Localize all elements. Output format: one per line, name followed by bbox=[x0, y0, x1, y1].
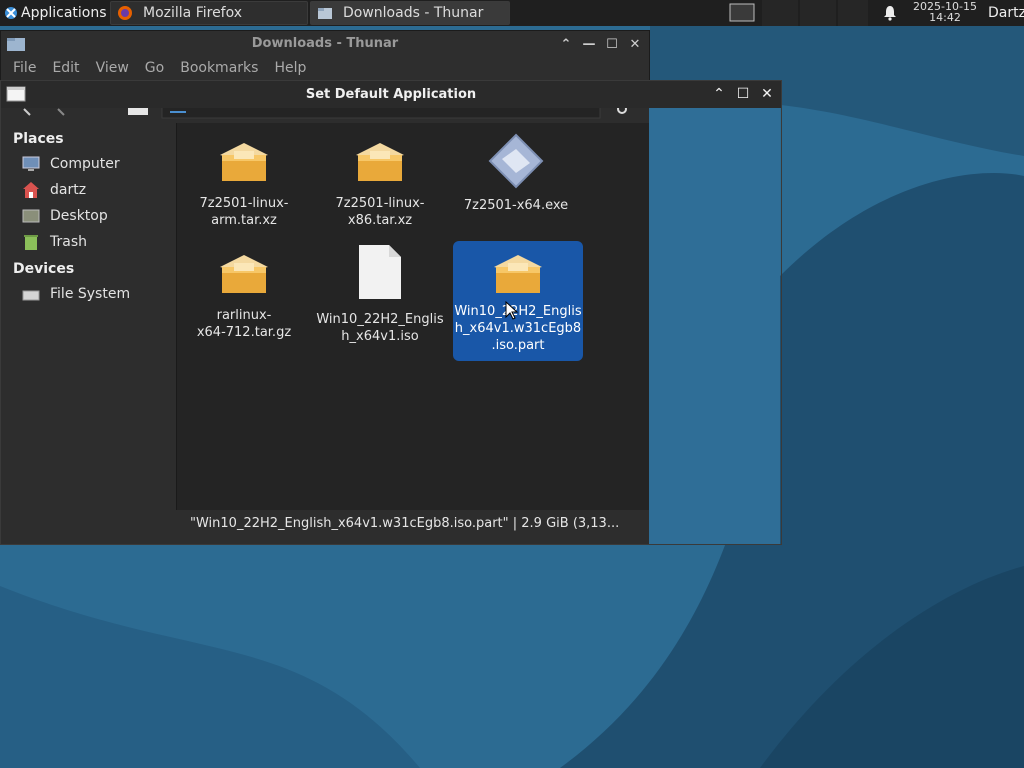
workspace-3[interactable] bbox=[800, 0, 836, 26]
set-default-application-dialog: Set Default Application ⌃ ☐ ✕ bbox=[0, 80, 782, 545]
dialog-titlebar[interactable]: Set Default Application ⌃ ☐ ✕ bbox=[1, 81, 781, 108]
applications-menu[interactable]: Applications ☰ bbox=[0, 0, 125, 26]
workspace-2[interactable] bbox=[762, 0, 798, 26]
thunar-minimize-button[interactable]: — bbox=[581, 36, 597, 52]
thunar-title: Downloads - Thunar bbox=[251, 36, 399, 51]
thunar-maximize-button[interactable]: ☐ bbox=[604, 36, 620, 52]
clock[interactable]: 2025-10-15 14:42 bbox=[905, 1, 985, 23]
task-label: Downloads - Thunar bbox=[343, 5, 484, 21]
task-firefox[interactable]: Mozilla Firefox bbox=[110, 1, 308, 25]
menu-view[interactable]: View bbox=[96, 60, 129, 76]
file-manager-icon bbox=[318, 8, 332, 19]
menu-bookmarks[interactable]: Bookmarks bbox=[180, 60, 258, 76]
workspace-4[interactable] bbox=[838, 0, 868, 26]
user-menu[interactable]: Dartz bbox=[988, 5, 1024, 21]
task-label: Mozilla Firefox bbox=[143, 5, 243, 21]
applications-label: Applications bbox=[21, 5, 107, 21]
workspace-1[interactable] bbox=[725, 0, 760, 26]
dialog-title: Set Default Application bbox=[305, 87, 477, 102]
clock-time: 14:42 bbox=[929, 11, 961, 24]
workspace-window-icon bbox=[729, 3, 755, 22]
menu-go[interactable]: Go bbox=[145, 60, 164, 76]
thunar-titlebar[interactable]: Downloads - Thunar ⌃ — ☐ ✕ bbox=[1, 31, 649, 56]
dialog-close-button[interactable]: ✕ bbox=[759, 86, 775, 102]
menu-edit[interactable]: Edit bbox=[52, 60, 79, 76]
thunar-menubar: File Edit View Go Bookmarks Help bbox=[1, 56, 649, 80]
menu-file[interactable]: File bbox=[13, 60, 36, 76]
xfce-logo-icon bbox=[5, 7, 17, 19]
task-thunar[interactable]: Downloads - Thunar bbox=[310, 1, 510, 25]
menu-help[interactable]: Help bbox=[274, 60, 306, 76]
mouse-cursor-icon bbox=[505, 301, 519, 320]
dialog-body bbox=[649, 108, 780, 544]
dialog-shade-button[interactable]: ⌃ bbox=[711, 86, 727, 102]
thunar-shade-button[interactable]: ⌃ bbox=[558, 36, 574, 52]
top-panel: Applications ☰ Mozilla Firefox Downloads… bbox=[0, 0, 1024, 26]
firefox-icon bbox=[118, 6, 132, 20]
thunar-close-button[interactable]: ✕ bbox=[627, 36, 643, 52]
dialog-maximize-button[interactable]: ☐ bbox=[735, 86, 751, 102]
notification-bell-icon[interactable] bbox=[882, 5, 898, 21]
